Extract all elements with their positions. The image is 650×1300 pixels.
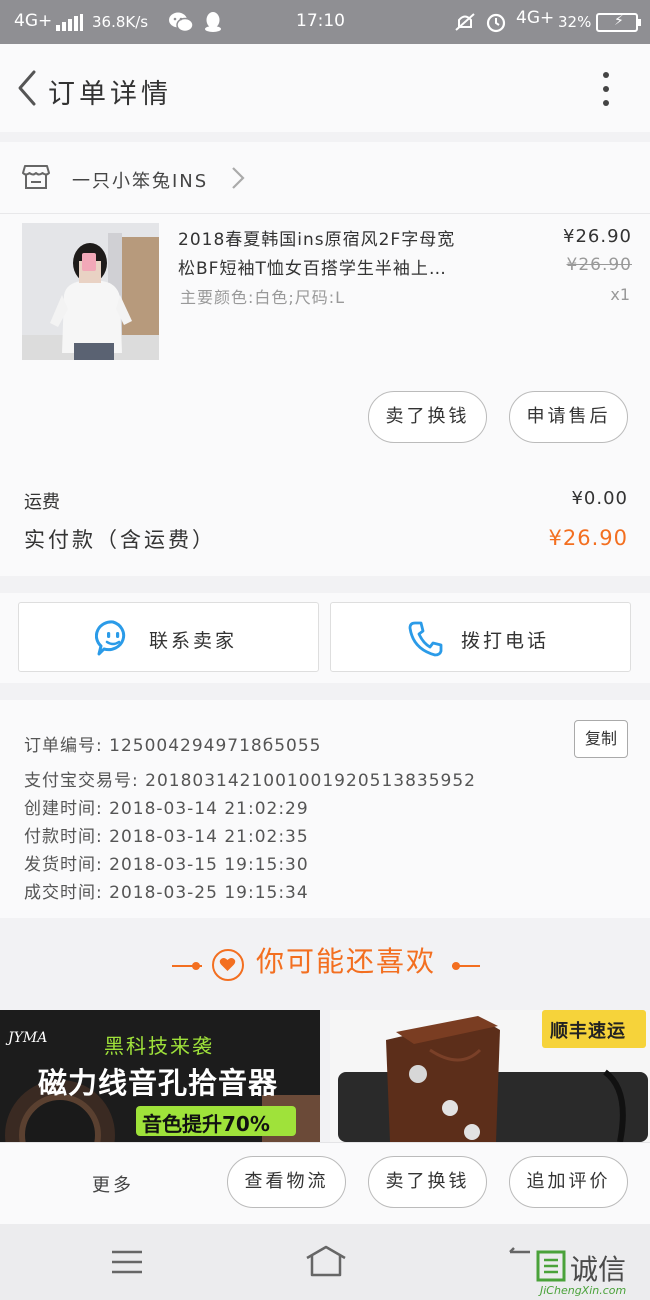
ad-line3: 音色提升70% <box>142 1112 270 1136</box>
ad-badge: 顺丰速运 <box>550 1021 626 1042</box>
sell-for-cash-bottom-button[interactable]: 卖了换钱 <box>368 1156 487 1208</box>
phone-icon <box>408 621 443 657</box>
chevron-right-icon <box>232 167 245 189</box>
page-title: 订单详情 <box>48 79 172 110</box>
mute-icon <box>455 13 475 31</box>
payment-time: 付款时间: 2018-03-14 21:02:35 <box>24 827 309 847</box>
product-title-line1: 2018春夏韩国ins原宿风2F字母宽 <box>178 230 456 250</box>
clock: 17:10 <box>296 11 345 31</box>
network-indicator-right: 4G+ <box>516 8 555 28</box>
after-sale-button[interactable]: 申请售后 <box>509 391 628 443</box>
bottom-action-bar: 更多 查看物流 卖了换钱 追加评价 <box>0 1142 650 1224</box>
add-review-button[interactable]: 追加评价 <box>509 1156 628 1208</box>
watermark-url: JiChengXin.com <box>540 1284 627 1297</box>
completed-time: 成交时间: 2018-03-25 19:15:34 <box>24 883 309 903</box>
contact-section: 联系卖家 拨打电话 <box>0 593 650 683</box>
order-number: 订单编号: 1250042949718б5055 <box>24 736 322 756</box>
product-original-price: ¥26.90 <box>566 255 632 275</box>
alarm-icon <box>486 13 506 33</box>
contact-seller-button[interactable]: 联系卖家 <box>18 602 319 672</box>
product-image[interactable] <box>22 223 159 360</box>
copy-button[interactable]: 复制 <box>574 720 628 758</box>
watermark-icon <box>536 1250 566 1282</box>
payment-summary: 运费 ¥0.00 实付款（含运费） ¥26.90 <box>0 460 650 576</box>
product-quantity: x1 <box>610 285 630 304</box>
created-time: 创建时间: 2018-03-14 21:02:29 <box>24 799 309 819</box>
order-info: 订单编号: 1250042949718б5055 复制 支付宝交易号: 2018… <box>0 700 650 918</box>
home-icon[interactable] <box>304 1244 348 1278</box>
more-button[interactable]: 更多 <box>92 1171 134 1197</box>
order-item-card: 一只小笨兔INS 2018春夏韩国ins原宿风2F字母宽 松BF短袖T恤女百搭学… <box>0 142 650 460</box>
recommend-title: 你可能还喜欢 <box>255 945 436 978</box>
product-title-line2: 松BF短袖T恤女百搭学生半袖上… <box>178 259 447 279</box>
shipping-value: ¥0.00 <box>571 488 628 509</box>
network-speed: 36.8K/s <box>92 13 149 31</box>
product-price: ¥26.90 <box>563 226 632 247</box>
recommend-ad-right[interactable]: 顺丰速运 <box>330 1010 650 1142</box>
qq-icon <box>205 12 221 32</box>
network-indicator: 4G+ <box>14 11 53 31</box>
divider-right <box>452 965 480 967</box>
paid-label: 实付款（含运费） <box>24 528 216 552</box>
app-header: 订单详情 <box>0 44 650 132</box>
battery-icon: ⚡ <box>596 13 641 32</box>
shop-row[interactable]: 一只小笨兔INS <box>0 142 650 214</box>
shop-name: 一只小笨兔INS <box>72 171 209 192</box>
back-arrow-icon[interactable] <box>12 68 42 108</box>
ad-line2: 磁力线音孔拾音器 <box>38 1066 279 1100</box>
store-icon <box>22 165 50 189</box>
ad-brand: JYMA <box>8 1030 48 1046</box>
contact-seller-label: 联系卖家 <box>149 630 238 652</box>
alipay-trade-number: 支付宝交易号: 2018031421001001920513835952 <box>24 771 476 791</box>
wechat-icon <box>169 12 194 33</box>
signal-icon <box>56 14 83 31</box>
battery-percent: 32% <box>558 13 592 31</box>
recommend-ad-left[interactable]: JYMA 黑科技来袭 磁力线音孔拾音器 音色提升70% <box>0 1010 320 1142</box>
more-menu-icon[interactable] <box>594 70 618 108</box>
paid-value: ¥26.90 <box>548 526 628 550</box>
call-label: 拨打电话 <box>461 630 550 652</box>
ad-line1: 黑科技来袭 <box>104 1034 214 1058</box>
watermark-brand: 诚信 <box>570 1253 627 1286</box>
chat-bubble-icon <box>95 620 126 656</box>
menu-icon[interactable] <box>110 1248 144 1276</box>
shipping-time: 发货时间: 2018-03-15 19:15:30 <box>24 855 309 875</box>
watermark-logo: 诚信 JiChengXin.com <box>532 1248 650 1300</box>
view-logistics-button[interactable]: 查看物流 <box>227 1156 346 1208</box>
shipping-label: 运费 <box>24 492 60 513</box>
call-button[interactable]: 拨打电话 <box>330 602 631 672</box>
status-bar: 4G+ 36.8K/s 17:10 4G+ 32% ⚡ <box>0 0 650 44</box>
product-sku: 主要颜色:白色;尺码:L <box>180 288 346 307</box>
product-title[interactable]: 2018春夏韩国ins原宿风2F字母宽 松BF短袖T恤女百搭学生半袖上… <box>178 226 508 284</box>
sell-for-cash-button[interactable]: 卖了换钱 <box>368 391 487 443</box>
